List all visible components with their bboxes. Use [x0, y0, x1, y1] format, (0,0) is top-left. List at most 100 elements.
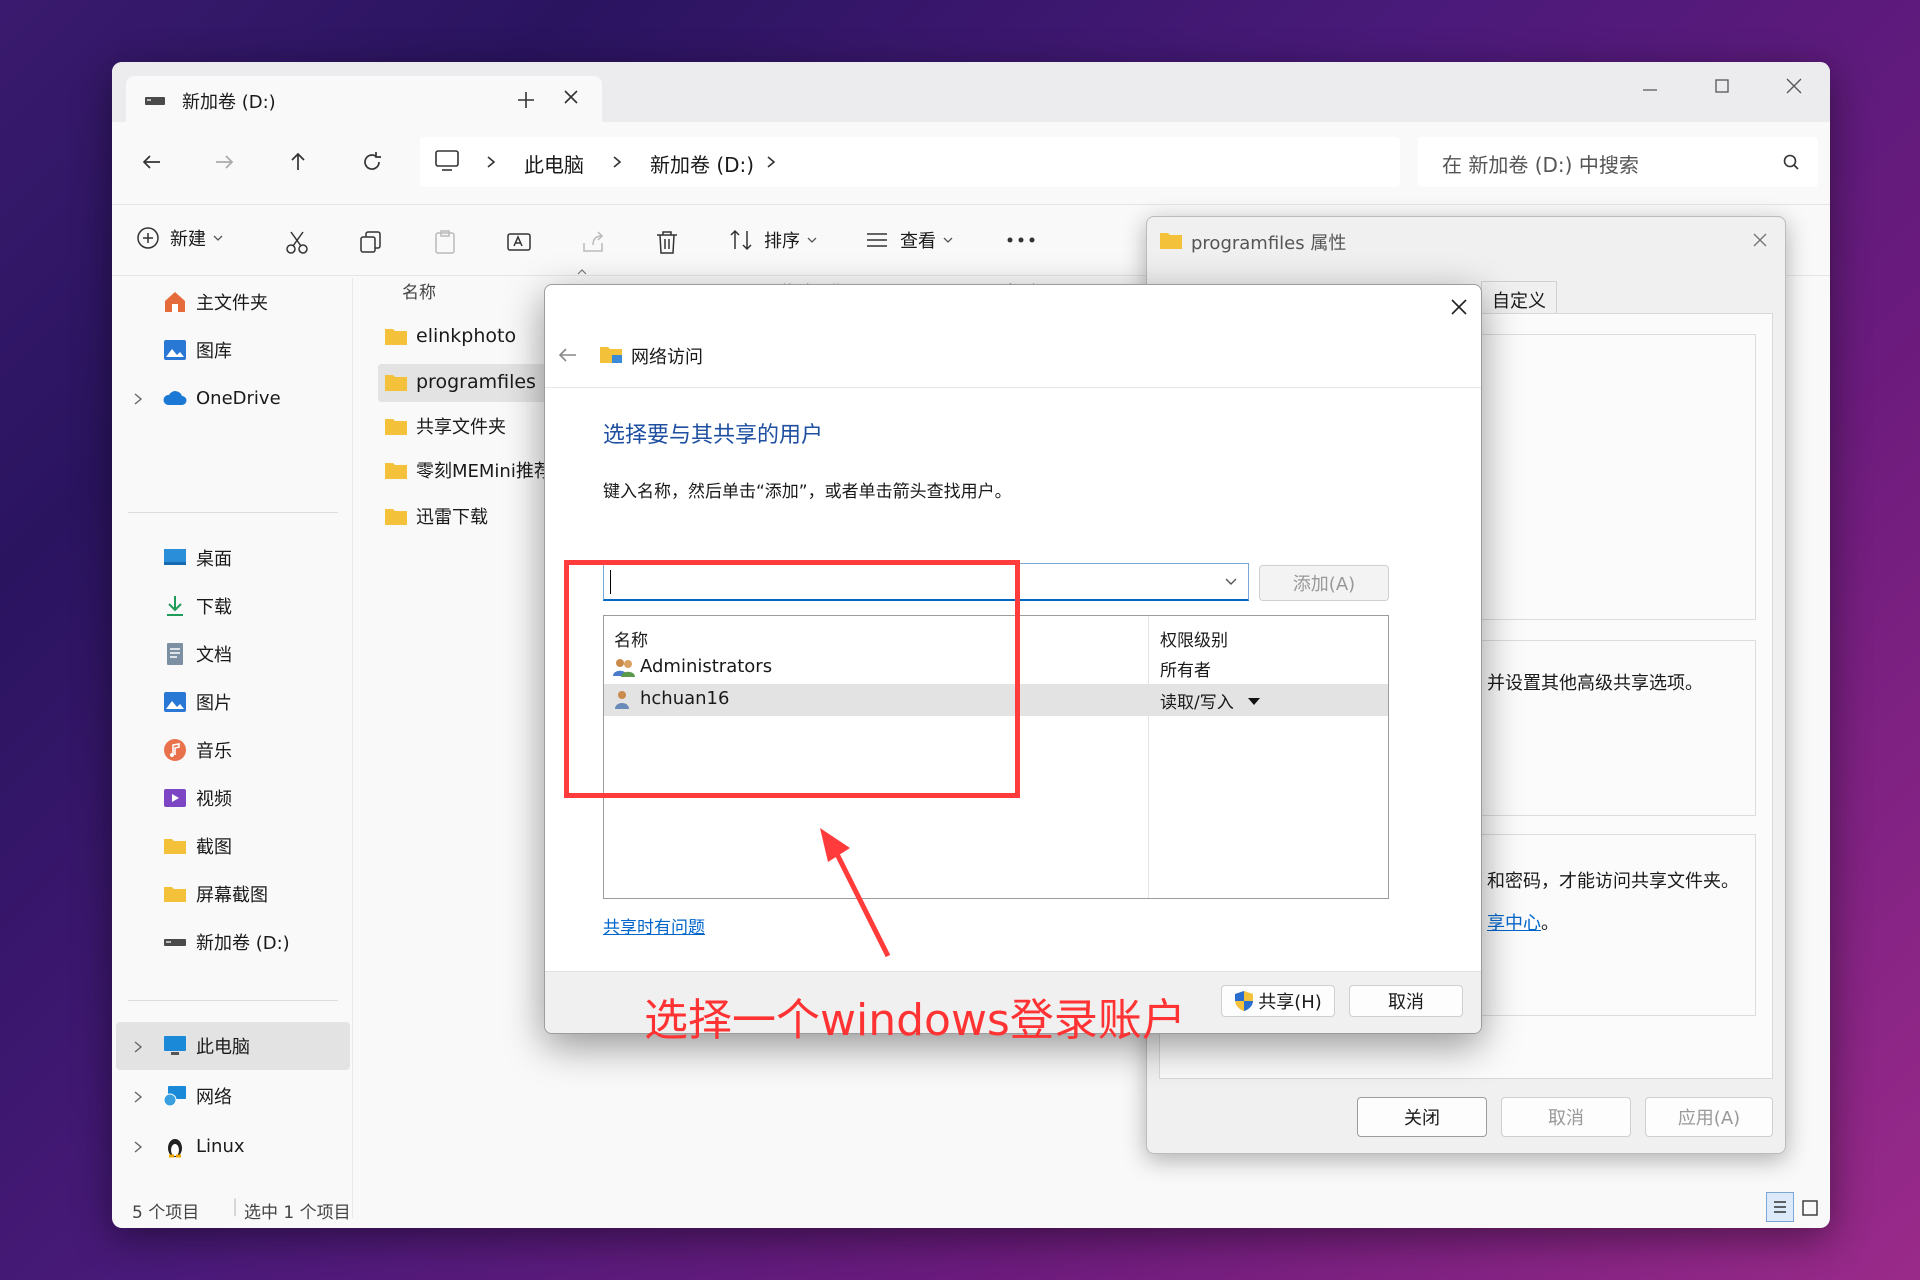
sidebar-item-music[interactable]: 音乐	[162, 728, 232, 772]
add-button[interactable]: 添加(A)	[1259, 565, 1389, 601]
sidebar-item-label: OneDrive	[196, 387, 281, 409]
close-window-icon[interactable]	[1784, 76, 1804, 96]
view-button[interactable]: 查看	[864, 227, 954, 253]
delete-icon[interactable]	[654, 229, 680, 255]
sidebar-item-linux[interactable]: Linux	[162, 1124, 245, 1168]
search-icon	[1783, 154, 1799, 170]
sidebar-item-screen-capture[interactable]: 屏幕截图	[162, 872, 268, 916]
close-icon[interactable]	[1751, 231, 1769, 249]
list-item[interactable]: elinkphoto	[384, 316, 516, 356]
sidebar-item-documents[interactable]: 文档	[162, 632, 232, 676]
list-item[interactable]: programfiles	[384, 362, 536, 402]
pane-splitter[interactable]	[352, 278, 353, 1218]
sidebar-item-gallery[interactable]: 图库	[162, 328, 232, 372]
link-suffix: 。	[1541, 913, 1559, 934]
sharing-help-link[interactable]: 共享时有问题	[603, 913, 705, 938]
permission-level: 读取/写入	[1160, 693, 1234, 713]
chevron-right-icon[interactable]	[132, 1040, 144, 1054]
chevron-right-icon[interactable]	[132, 1090, 144, 1104]
sidebar-item-desktop[interactable]: 桌面	[162, 536, 232, 580]
rename-icon[interactable]	[506, 229, 532, 255]
new-label: 新建	[170, 229, 206, 250]
sidebar-item-network[interactable]: 网络	[162, 1074, 232, 1118]
breadcrumb-drive-d[interactable]: 新加卷 (D:)	[650, 149, 754, 178]
refresh-icon[interactable]	[360, 150, 384, 174]
cut-icon[interactable]	[284, 229, 310, 255]
search-placeholder: 在 新加卷 (D:) 中搜索	[1442, 153, 1639, 177]
breadcrumb[interactable]: 此电脑 新加卷 (D:)	[420, 137, 1400, 187]
close-tab-icon[interactable]	[562, 88, 580, 106]
close-icon[interactable]	[1449, 297, 1469, 317]
list-item[interactable]: 迅雷下载	[384, 496, 488, 536]
folder-icon	[385, 375, 407, 391]
sidebar-item-home[interactable]: 主文件夹	[162, 280, 268, 324]
tab-custom[interactable]: 自定义	[1481, 281, 1557, 315]
sidebar-item-drive-d[interactable]: 新加卷 (D:)	[162, 920, 290, 964]
folder-icon	[164, 839, 186, 854]
sidebar-item-label: 网络	[196, 1087, 232, 1108]
sidebar-item-pictures[interactable]: 图片	[162, 680, 232, 724]
sort-button[interactable]: 排序	[728, 227, 818, 253]
paste-icon[interactable]	[432, 229, 458, 255]
column-header-permission[interactable]: 权限级别	[1160, 626, 1228, 651]
back-icon[interactable]	[140, 150, 164, 174]
drive-icon	[145, 97, 165, 105]
sidebar-item-label: 文档	[196, 645, 232, 666]
column-header-name[interactable]: 名称	[402, 278, 436, 303]
annotation-highlight-box	[564, 560, 1020, 798]
chevron-down-icon[interactable]	[1224, 576, 1238, 588]
network-folder-icon	[600, 347, 622, 363]
new-button[interactable]: 新建	[136, 225, 224, 251]
copy-icon[interactable]	[358, 229, 384, 255]
more-icon[interactable]	[1006, 235, 1036, 245]
dropdown-arrow-icon	[1247, 697, 1260, 705]
sidebar-item-videos[interactable]: 视频	[162, 776, 232, 820]
advanced-share-text: 并设置其他高级共享选项。	[1487, 673, 1703, 694]
file-name: programfiles	[416, 371, 536, 393]
view-icon	[867, 233, 887, 247]
chevron-right-icon[interactable]	[132, 1140, 144, 1154]
properties-title: programfiles 属性	[1191, 233, 1347, 254]
list-item[interactable]: 共享文件夹	[384, 406, 506, 446]
sidebar-item-downloads[interactable]: 下载	[162, 584, 232, 628]
sidebar-item-screenshots[interactable]: 截图	[162, 824, 232, 868]
sidebar-item-label: 桌面	[196, 549, 232, 570]
back-arrow-icon[interactable]	[557, 345, 579, 365]
search-input[interactable]: 在 新加卷 (D:) 中搜索	[1418, 137, 1818, 187]
maximize-icon[interactable]	[1712, 76, 1732, 96]
tab-title: 新加卷 (D:)	[182, 92, 276, 113]
network-center-link[interactable]: 享中心	[1487, 909, 1541, 935]
divider	[545, 387, 1481, 388]
minimize-icon[interactable]	[1640, 80, 1660, 100]
details-view-button[interactable]	[1766, 1192, 1794, 1222]
video-icon	[164, 789, 186, 807]
sidebar-item-label: 图片	[196, 693, 232, 714]
apply-button[interactable]: 应用(A)	[1645, 1097, 1773, 1137]
chevron-down-icon	[213, 235, 223, 241]
close-button[interactable]: 关闭	[1357, 1097, 1487, 1137]
sidebar-item-onedrive[interactable]: OneDrive	[162, 376, 281, 420]
up-icon[interactable]	[286, 150, 310, 174]
document-icon	[167, 643, 183, 665]
share-button[interactable]: 共享(H)	[1221, 985, 1335, 1017]
permission-dropdown[interactable]: 读取/写入	[1160, 688, 1262, 713]
computer-icon	[435, 150, 459, 171]
breadcrumb-this-pc[interactable]: 此电脑	[524, 149, 584, 178]
folder-icon	[164, 887, 186, 902]
dialog-heading: 选择要与其共享的用户	[603, 423, 824, 448]
network-icon	[163, 1086, 186, 1107]
forward-icon[interactable]	[212, 150, 236, 174]
chevron-right-icon[interactable]	[132, 392, 144, 406]
sidebar-item-this-pc[interactable]: 此电脑	[162, 1024, 250, 1068]
cancel-button[interactable]: 取消	[1349, 985, 1463, 1017]
sort-ascending-icon	[577, 269, 587, 275]
share-icon[interactable]	[580, 229, 606, 255]
divider	[128, 1000, 338, 1001]
sidebar-item-label: 新加卷 (D:)	[196, 933, 290, 954]
chevron-down-icon	[943, 237, 953, 243]
sidebar-item-label: Linux	[196, 1135, 245, 1157]
cancel-button[interactable]: 取消	[1501, 1097, 1631, 1137]
tiles-view-icon[interactable]	[1800, 1198, 1820, 1218]
new-tab-icon[interactable]	[516, 90, 536, 110]
sidebar-item-label: 下载	[196, 597, 232, 618]
